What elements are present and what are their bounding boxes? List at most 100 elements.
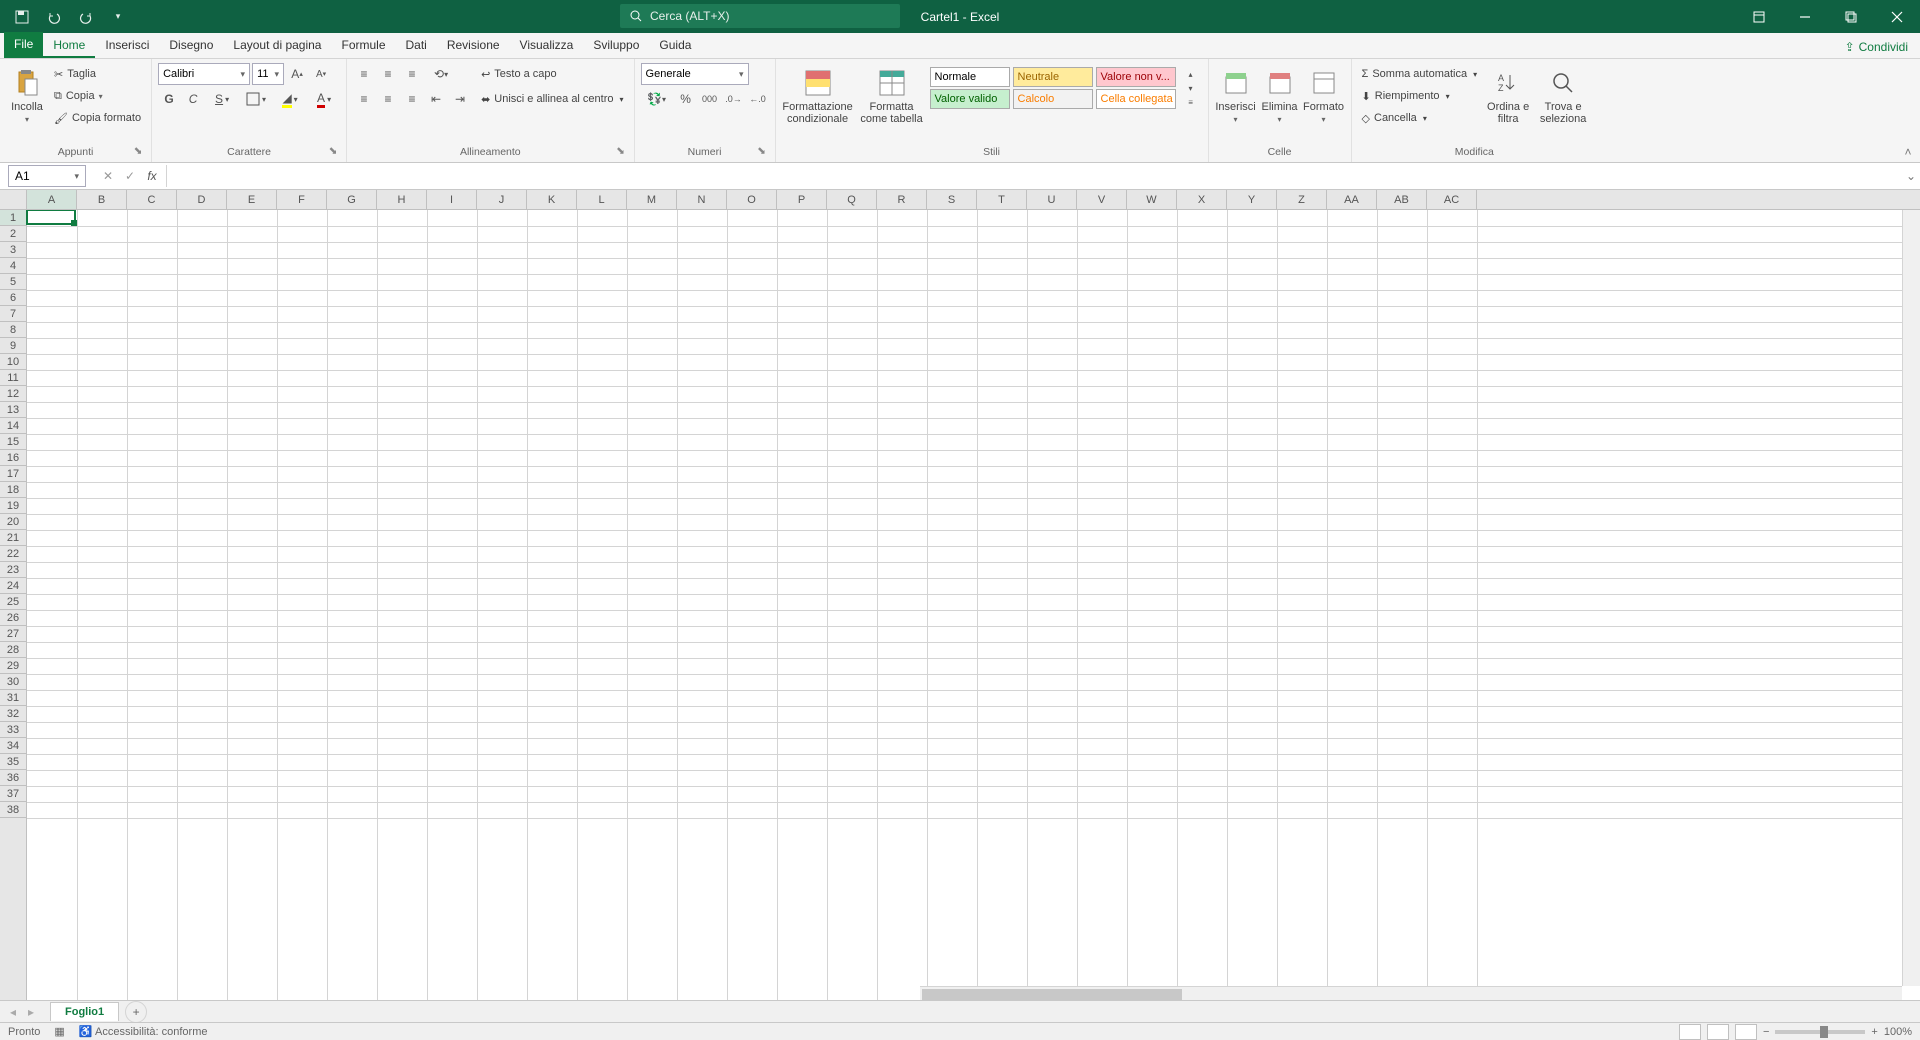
row-header-27[interactable]: 27 [0, 626, 26, 642]
insert-cells-button[interactable]: Inserisci ▾ [1215, 63, 1257, 124]
conditional-formatting-button[interactable]: Formattazione condizionale [782, 63, 854, 125]
accessibility-status[interactable]: ♿ Accessibilità: conforme [79, 1025, 208, 1038]
delete-cells-button[interactable]: Elimina ▾ [1259, 63, 1301, 124]
column-header-S[interactable]: S [927, 190, 977, 209]
view-page-layout-button[interactable] [1707, 1024, 1729, 1040]
decrease-decimal-button[interactable]: ←.0 [747, 88, 769, 110]
tab-visualizza[interactable]: Visualizza [510, 34, 584, 58]
column-header-T[interactable]: T [977, 190, 1027, 209]
tab-sviluppo[interactable]: Sviluppo [583, 34, 649, 58]
row-header-26[interactable]: 26 [0, 610, 26, 626]
copy-button[interactable]: ⧉Copia▾ [50, 85, 145, 107]
row-header-1[interactable]: 1 [0, 210, 26, 226]
zoom-slider[interactable] [1775, 1030, 1865, 1034]
style-calcolo[interactable]: Calcolo [1013, 89, 1093, 109]
column-header-H[interactable]: H [377, 190, 427, 209]
row-header-28[interactable]: 28 [0, 642, 26, 658]
clear-button[interactable]: ◇Cancella▾ [1358, 107, 1482, 129]
maximize-button[interactable] [1828, 0, 1874, 33]
row-header-17[interactable]: 17 [0, 466, 26, 482]
style-valore-valido[interactable]: Valore valido [930, 89, 1010, 109]
row-header-10[interactable]: 10 [0, 354, 26, 370]
style-cella-collegata[interactable]: Cella collegata [1096, 89, 1176, 109]
accounting-format-button[interactable]: 💱▾ [641, 88, 673, 110]
sheet-nav-prev[interactable]: ◂ [4, 1003, 22, 1021]
align-center-button[interactable]: ≡ [377, 88, 399, 110]
view-normal-button[interactable] [1679, 1024, 1701, 1040]
tab-formule[interactable]: Formule [331, 34, 395, 58]
format-as-table-button[interactable]: Formatta come tabella [856, 63, 928, 125]
column-header-I[interactable]: I [427, 190, 477, 209]
cancel-formula-button[interactable]: ✕ [98, 166, 118, 186]
row-header-11[interactable]: 11 [0, 370, 26, 386]
row-header-14[interactable]: 14 [0, 418, 26, 434]
clipboard-launcher[interactable]: ⬊ [131, 144, 145, 158]
close-button[interactable] [1874, 0, 1920, 33]
row-header-2[interactable]: 2 [0, 226, 26, 242]
row-header-7[interactable]: 7 [0, 306, 26, 322]
enter-formula-button[interactable]: ✓ [120, 166, 140, 186]
macro-record-icon[interactable]: ▦ [54, 1025, 64, 1038]
column-header-Y[interactable]: Y [1227, 190, 1277, 209]
tab-dati[interactable]: Dati [396, 34, 437, 58]
align-left-button[interactable]: ≡ [353, 88, 375, 110]
column-header-Q[interactable]: Q [827, 190, 877, 209]
font-family-combo[interactable]: Calibri▾ [158, 63, 250, 85]
zoom-level[interactable]: 100% [1884, 1026, 1912, 1038]
decrease-font-button[interactable]: A▾ [310, 63, 332, 85]
column-header-U[interactable]: U [1027, 190, 1077, 209]
row-header-34[interactable]: 34 [0, 738, 26, 754]
row-header-12[interactable]: 12 [0, 386, 26, 402]
styles-scroll-down[interactable]: ▾ [1180, 81, 1202, 95]
name-box[interactable]: A1▾ [8, 165, 86, 187]
row-header-6[interactable]: 6 [0, 290, 26, 306]
find-select-button[interactable]: Trova e seleziona [1535, 63, 1591, 125]
tab-layout[interactable]: Layout di pagina [223, 34, 331, 58]
row-header-37[interactable]: 37 [0, 786, 26, 802]
column-header-Z[interactable]: Z [1277, 190, 1327, 209]
merge-center-button[interactable]: ⬌Unisci e allinea al centro▾ [477, 88, 627, 110]
row-header-23[interactable]: 23 [0, 562, 26, 578]
column-header-J[interactable]: J [477, 190, 527, 209]
column-header-V[interactable]: V [1077, 190, 1127, 209]
row-header-16[interactable]: 16 [0, 450, 26, 466]
row-header-13[interactable]: 13 [0, 402, 26, 418]
row-header-8[interactable]: 8 [0, 322, 26, 338]
tab-guida[interactable]: Guida [649, 34, 701, 58]
column-header-M[interactable]: M [627, 190, 677, 209]
column-header-R[interactable]: R [877, 190, 927, 209]
autosum-button[interactable]: ΣSomma automatica▾ [1358, 63, 1482, 85]
increase-decimal-button[interactable]: .0→ [723, 88, 745, 110]
zoom-out-button[interactable]: − [1763, 1026, 1769, 1038]
styles-scroll-up[interactable]: ▴ [1180, 67, 1202, 81]
row-header-21[interactable]: 21 [0, 530, 26, 546]
tab-home[interactable]: Home [43, 34, 95, 58]
row-header-24[interactable]: 24 [0, 578, 26, 594]
styles-more-button[interactable]: ≡ [1180, 95, 1202, 109]
active-cell[interactable] [26, 210, 76, 225]
zoom-in-button[interactable]: + [1871, 1026, 1877, 1038]
align-right-button[interactable]: ≡ [401, 88, 423, 110]
style-neutrale[interactable]: Neutrale [1013, 67, 1093, 87]
column-header-X[interactable]: X [1177, 190, 1227, 209]
style-valore-nv[interactable]: Valore non v... [1096, 67, 1176, 87]
row-header-5[interactable]: 5 [0, 274, 26, 290]
increase-indent-button[interactable]: ⇥ [449, 88, 471, 110]
borders-button[interactable]: ▾ [240, 88, 272, 110]
column-header-L[interactable]: L [577, 190, 627, 209]
row-header-15[interactable]: 15 [0, 434, 26, 450]
fill-button[interactable]: ⬇Riempimento▾ [1358, 85, 1482, 107]
row-header-31[interactable]: 31 [0, 690, 26, 706]
row-header-20[interactable]: 20 [0, 514, 26, 530]
column-header-A[interactable]: A [27, 190, 77, 209]
number-format-combo[interactable]: Generale▾ [641, 63, 749, 85]
row-header-32[interactable]: 32 [0, 706, 26, 722]
row-header-29[interactable]: 29 [0, 658, 26, 674]
align-bottom-button[interactable]: ≡ [401, 63, 423, 85]
formula-bar-input[interactable] [166, 165, 1902, 187]
column-header-G[interactable]: G [327, 190, 377, 209]
zoom-slider-thumb[interactable] [1820, 1026, 1828, 1038]
column-header-P[interactable]: P [777, 190, 827, 209]
wrap-text-button[interactable]: ↩Testo a capo [477, 63, 627, 85]
view-page-break-button[interactable] [1735, 1024, 1757, 1040]
